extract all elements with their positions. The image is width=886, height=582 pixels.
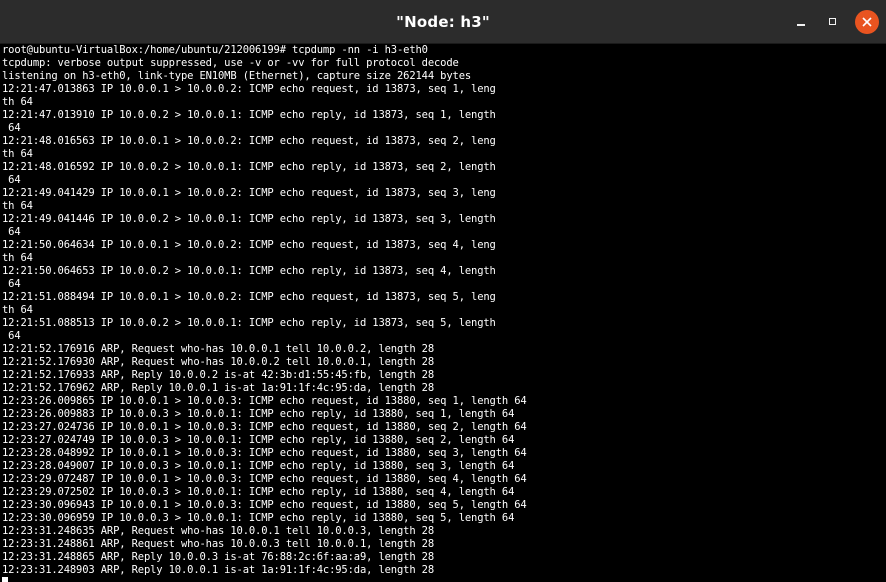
window-title: "Node: h3"	[396, 13, 490, 31]
terminal-line: 64	[2, 174, 21, 186]
terminal-line: listening on h3-eth0, link-type EN10MB (…	[2, 70, 472, 82]
terminal-line: tcpdump: verbose output suppressed, use …	[2, 57, 459, 69]
terminal-line: 12:21:51.088513 IP 10.0.0.2 > 10.0.0.1: …	[2, 317, 496, 329]
close-button[interactable]	[855, 10, 879, 34]
terminal-line: 64	[2, 122, 21, 134]
terminal-line: 12:23:27.024749 IP 10.0.0.3 > 10.0.0.1: …	[2, 434, 515, 446]
terminal-line: 12:23:31.248865 ARP, Reply 10.0.0.3 is-a…	[2, 551, 435, 563]
terminal-line: 12:23:31.248861 ARP, Request who-has 10.…	[2, 538, 435, 550]
terminal-line: root@ubuntu-VirtualBox:/home/ubuntu/2120…	[2, 44, 428, 56]
terminal-line: 12:23:26.009883 IP 10.0.0.3 > 10.0.0.1: …	[2, 408, 515, 420]
terminal-line: th 64	[2, 252, 33, 264]
terminal-line: 12:23:28.048992 IP 10.0.0.1 > 10.0.0.3: …	[2, 447, 527, 459]
terminal-line: 12:21:52.176916 ARP, Request who-has 10.…	[2, 343, 435, 355]
terminal-line: 12:21:52.176933 ARP, Reply 10.0.0.2 is-a…	[2, 369, 435, 381]
terminal-line: 12:23:31.248635 ARP, Request who-has 10.…	[2, 525, 435, 537]
terminal-line: 12:21:52.176930 ARP, Request who-has 10.…	[2, 356, 435, 368]
terminal-line: 12:23:30.096943 IP 10.0.0.1 > 10.0.0.3: …	[2, 499, 527, 511]
terminal-line: 12:21:47.013910 IP 10.0.0.2 > 10.0.0.1: …	[2, 109, 496, 121]
terminal-line: th 64	[2, 304, 33, 316]
terminal-line: 12:21:49.041429 IP 10.0.0.1 > 10.0.0.2: …	[2, 187, 496, 199]
minimize-icon	[797, 24, 805, 26]
terminal-cursor	[2, 577, 8, 582]
terminal-window: "Node: h3" root@ubuntu-VirtualBox:/home/…	[0, 0, 886, 582]
prompt-line[interactable]	[2, 577, 886, 582]
terminal-line: 12:21:50.064634 IP 10.0.0.1 > 10.0.0.2: …	[2, 239, 496, 251]
terminal-output[interactable]: root@ubuntu-VirtualBox:/home/ubuntu/2120…	[0, 44, 886, 582]
terminal-line: 12:21:48.016563 IP 10.0.0.1 > 10.0.0.2: …	[2, 135, 496, 147]
terminal-line: 12:23:27.024736 IP 10.0.0.1 > 10.0.0.3: …	[2, 421, 527, 433]
terminal-line: 12:23:29.072487 IP 10.0.0.1 > 10.0.0.3: …	[2, 473, 527, 485]
terminal-line: 64	[2, 278, 21, 290]
terminal-line: 12:21:47.013863 IP 10.0.0.1 > 10.0.0.2: …	[2, 83, 496, 95]
terminal-line: th 64	[2, 96, 33, 108]
terminal-line: 12:21:51.088494 IP 10.0.0.1 > 10.0.0.2: …	[2, 291, 496, 303]
terminal-line: 12:21:48.016592 IP 10.0.0.2 > 10.0.0.1: …	[2, 161, 496, 173]
terminal-line: 12:23:26.009865 IP 10.0.0.1 > 10.0.0.3: …	[2, 395, 527, 407]
terminal-line: 12:21:52.176962 ARP, Reply 10.0.0.1 is-a…	[2, 382, 435, 394]
terminal-line: 12:23:31.248903 ARP, Reply 10.0.0.1 is-a…	[2, 564, 435, 576]
terminal-line: th 64	[2, 200, 33, 212]
close-icon	[862, 17, 872, 27]
minimize-button[interactable]	[789, 10, 813, 34]
terminal-line: 64	[2, 330, 21, 342]
maximize-button[interactable]	[821, 10, 845, 34]
terminal-lines: root@ubuntu-VirtualBox:/home/ubuntu/2120…	[2, 44, 886, 577]
maximize-icon	[829, 18, 836, 25]
terminal-line: 64	[2, 226, 21, 238]
terminal-line: 12:21:50.064653 IP 10.0.0.2 > 10.0.0.1: …	[2, 265, 496, 277]
terminal-line: 12:23:29.072502 IP 10.0.0.3 > 10.0.0.1: …	[2, 486, 515, 498]
terminal-line: 12:23:30.096959 IP 10.0.0.3 > 10.0.0.1: …	[2, 512, 515, 524]
title-bar[interactable]: "Node: h3"	[0, 0, 886, 44]
terminal-line: 12:21:49.041446 IP 10.0.0.2 > 10.0.0.1: …	[2, 213, 496, 225]
terminal-line: 12:23:28.049007 IP 10.0.0.3 > 10.0.0.1: …	[2, 460, 515, 472]
terminal-line: th 64	[2, 148, 33, 160]
